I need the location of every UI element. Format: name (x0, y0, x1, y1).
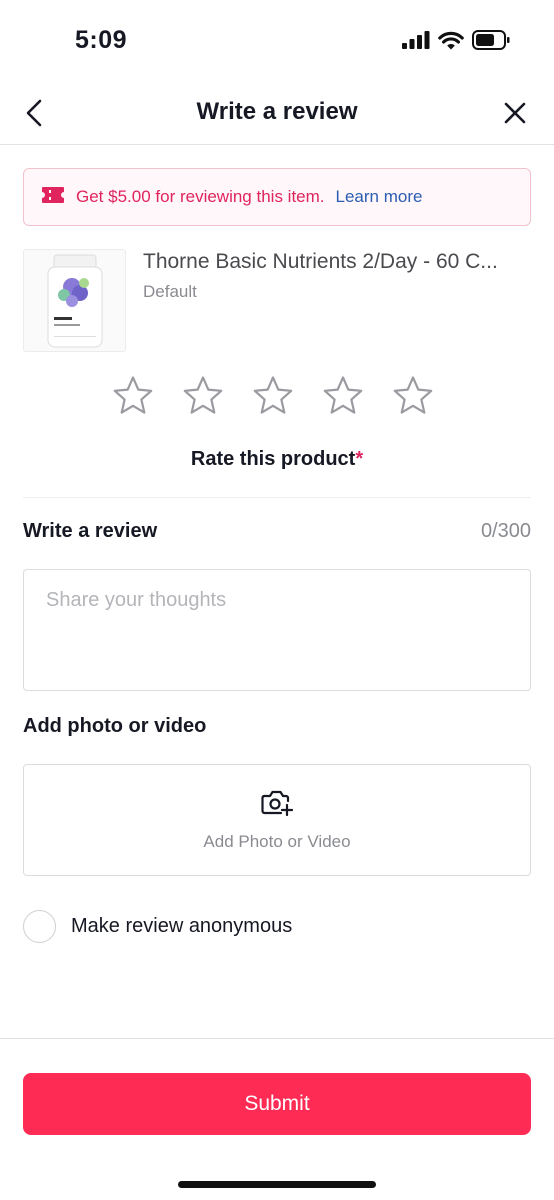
home-indicator (178, 1181, 376, 1188)
close-button[interactable] (500, 100, 530, 130)
footer-divider (0, 1038, 554, 1039)
product-bottle-image (47, 254, 102, 347)
coupon-icon (41, 186, 65, 209)
submit-button[interactable]: Submit (23, 1073, 531, 1135)
required-mark: * (355, 448, 364, 470)
signal-icon (402, 31, 430, 54)
star-4-icon[interactable] (323, 375, 363, 417)
add-media-label: Add Photo or Video (203, 831, 351, 851)
character-counter: 0/300 (480, 520, 531, 542)
product-name: Thorne Basic Nutrients 2/Day - 60 C... (143, 250, 498, 273)
promo-text: Get $5.00 for reviewing this item. (76, 187, 325, 206)
rate-label: Rate this product* (0, 448, 554, 471)
camera-add-icon (261, 789, 294, 822)
review-heading: Write a review (23, 520, 158, 542)
page-title: Write a review (196, 98, 358, 125)
promo-banner: Get $5.00 for reviewing this item. Learn… (23, 168, 531, 226)
product-thumbnail (23, 249, 126, 352)
close-icon (504, 102, 526, 129)
anonymous-label: Make review anonymous (71, 915, 293, 937)
section-divider (23, 497, 531, 498)
rate-label-text: Rate this product (190, 448, 356, 470)
star-3-icon[interactable] (253, 375, 293, 417)
star-1-icon[interactable] (113, 375, 153, 417)
wifi-icon (438, 31, 464, 55)
status-icons (402, 30, 510, 55)
star-rating (113, 375, 433, 417)
nav-bar: Write a review (0, 84, 554, 145)
star-5-icon[interactable] (393, 375, 433, 417)
media-heading: Add photo or video (23, 715, 207, 737)
anonymous-radio[interactable] (23, 910, 56, 943)
learn-more-link[interactable]: Learn more (336, 187, 423, 207)
add-media-button[interactable]: Add Photo or Video (23, 764, 531, 876)
product-variant: Default (143, 282, 197, 301)
status-time: 5:09 (75, 26, 128, 54)
anonymous-toggle-row[interactable]: Make review anonymous (23, 910, 292, 943)
battery-icon (472, 30, 510, 55)
status-bar: 5:09 (0, 0, 554, 84)
star-2-icon[interactable] (183, 375, 223, 417)
review-textarea[interactable] (23, 569, 531, 691)
